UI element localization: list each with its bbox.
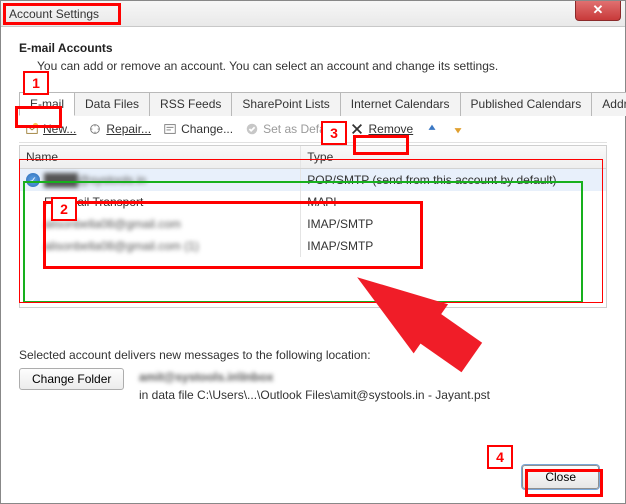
change-icon (163, 122, 177, 136)
arrow-up-icon (425, 122, 439, 136)
repair-account-button[interactable]: Repair... (88, 122, 151, 136)
annotation-box-remove (353, 135, 409, 155)
tab-data-files[interactable]: Data Files (74, 92, 150, 116)
tab-address-books[interactable]: Address Books (591, 92, 626, 116)
tab-strip: E-mail Data Files RSS Feeds SharePoint L… (19, 91, 607, 116)
accounts-toolbar: New... Repair... Change... Set as Defaul… (19, 116, 607, 143)
default-icon (245, 122, 259, 136)
annotation-thin-border (19, 159, 603, 303)
annotation-box-tab (15, 106, 62, 128)
window-close-button[interactable]: ✕ (575, 1, 621, 21)
tab-sharepoint-lists[interactable]: SharePoint Lists (231, 92, 340, 116)
tab-published-calendars[interactable]: Published Calendars (460, 92, 593, 116)
section-heading: E-mail Accounts (19, 41, 607, 55)
delivery-folder-path: amit@systools.in\Inbox (139, 370, 273, 384)
remove-account-button[interactable]: Remove (350, 122, 413, 136)
arrow-down-icon (451, 122, 465, 136)
callout-3: 3 (321, 121, 347, 145)
repair-icon (88, 122, 102, 136)
callout-1: 1 (23, 71, 49, 95)
callout-4: 4 (487, 445, 513, 469)
section-subtext: You can add or remove an account. You ca… (37, 59, 607, 73)
move-up-button[interactable] (425, 122, 439, 136)
change-folder-button[interactable]: Change Folder (19, 368, 124, 390)
delivery-file-path: in data file C:\Users\...\Outlook Files\… (139, 388, 490, 402)
tab-internet-calendars[interactable]: Internet Calendars (340, 92, 461, 116)
annotation-box-close (525, 469, 603, 497)
callout-2: 2 (51, 197, 77, 221)
delivery-location-label: Selected account delivers new messages t… (19, 348, 607, 362)
change-account-button[interactable]: Change... (163, 122, 233, 136)
move-down-button[interactable] (451, 122, 465, 136)
remove-icon (350, 122, 364, 136)
tab-rss-feeds[interactable]: RSS Feeds (149, 92, 232, 116)
annotation-box-title (3, 3, 121, 25)
